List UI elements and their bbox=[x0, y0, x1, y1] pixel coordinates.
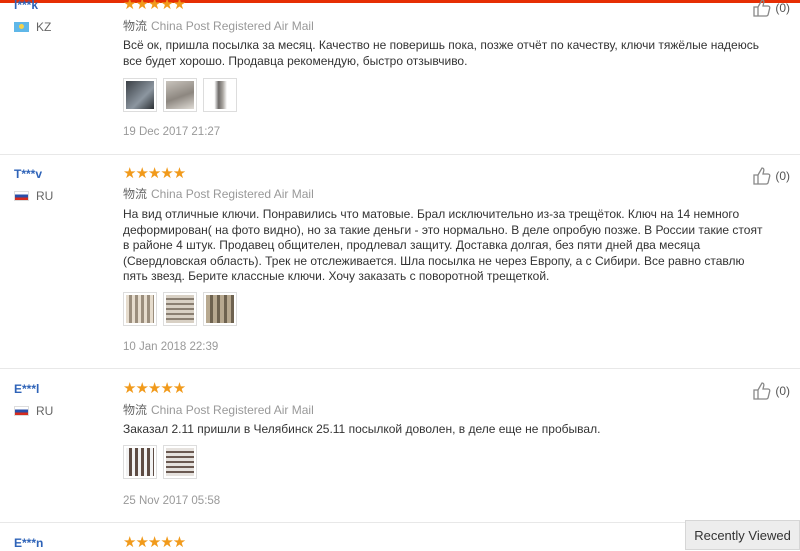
shipping-method: China Post Registered Air Mail bbox=[151, 187, 314, 201]
review-text: На вид отличные ключи. Понравились что м… bbox=[123, 207, 763, 283]
shipping-label: 物流 bbox=[123, 403, 148, 417]
rating-stars: ★★★★★ bbox=[123, 380, 186, 397]
helpful-count: (0) bbox=[775, 169, 790, 183]
shipping-label: 物流 bbox=[123, 19, 148, 33]
review-text: Всё ок, пришла посылка за месяц. Качеств… bbox=[123, 38, 759, 68]
shipping-label: 物流 bbox=[123, 187, 148, 201]
shipping-info: 物流 China Post Registered Air Mail bbox=[123, 401, 314, 418]
review-divider bbox=[0, 154, 800, 155]
ru-flag-icon bbox=[14, 191, 29, 201]
shipping-method: China Post Registered Air Mail bbox=[151, 19, 314, 33]
thumbs-up-icon bbox=[753, 382, 771, 400]
review-photos bbox=[123, 78, 237, 112]
helpful-count: (0) bbox=[775, 1, 790, 15]
reviewer-name[interactable]: E***n bbox=[14, 536, 43, 550]
review-photo[interactable] bbox=[123, 445, 157, 479]
review-date: 19 Dec 2017 21:27 bbox=[123, 126, 221, 138]
review-photo[interactable] bbox=[163, 292, 197, 326]
review-photos bbox=[123, 292, 237, 326]
helpful-count: (0) bbox=[775, 384, 790, 398]
review-photo[interactable] bbox=[123, 78, 157, 112]
review-photo[interactable] bbox=[163, 78, 197, 112]
ru-flag-icon bbox=[14, 406, 29, 416]
rating-stars: ★★★★★ bbox=[123, 165, 186, 182]
thumbs-up-icon bbox=[753, 167, 771, 185]
country-code: RU bbox=[36, 404, 54, 418]
reviewer-name[interactable]: E***l bbox=[14, 382, 39, 396]
recently-viewed-button[interactable]: Recently Viewed bbox=[685, 520, 800, 550]
review-date: 25 Nov 2017 05:58 bbox=[123, 495, 221, 507]
reviewer-name[interactable]: l***k bbox=[14, 0, 38, 12]
reviewer-country: KZ bbox=[14, 20, 51, 34]
review-photo[interactable] bbox=[123, 292, 157, 326]
review-photo[interactable] bbox=[203, 78, 237, 112]
helpful-button[interactable]: (0) bbox=[752, 381, 790, 401]
rating-stars: ★★★★★ bbox=[123, 0, 186, 13]
review-photo[interactable] bbox=[203, 292, 237, 326]
rating-stars: ★★★★★ bbox=[123, 534, 186, 551]
review-divider bbox=[0, 368, 800, 369]
review-photos bbox=[123, 445, 197, 479]
kz-flag-icon bbox=[14, 22, 29, 32]
country-code: KZ bbox=[36, 20, 52, 34]
shipping-method: China Post Registered Air Mail bbox=[151, 403, 314, 417]
reviewer-name[interactable]: T***v bbox=[14, 167, 42, 181]
review-divider bbox=[0, 522, 800, 523]
shipping-info: 物流 China Post Registered Air Mail bbox=[123, 17, 314, 34]
review-photo[interactable] bbox=[163, 445, 197, 479]
top-accent-line bbox=[0, 0, 800, 3]
country-code: RU bbox=[36, 189, 54, 203]
reviewer-country: RU bbox=[14, 404, 53, 418]
review-date: 10 Jan 2018 22:39 bbox=[123, 341, 219, 353]
reviewer-country: RU bbox=[14, 189, 53, 203]
helpful-button[interactable]: (0) bbox=[752, 0, 790, 18]
thumbs-up-icon bbox=[753, 0, 771, 17]
shipping-info: 物流 China Post Registered Air Mail bbox=[123, 185, 314, 202]
review-text: Заказал 2.11 пришли в Челябинск 25.11 по… bbox=[123, 422, 601, 436]
helpful-button[interactable]: (0) bbox=[752, 166, 790, 186]
